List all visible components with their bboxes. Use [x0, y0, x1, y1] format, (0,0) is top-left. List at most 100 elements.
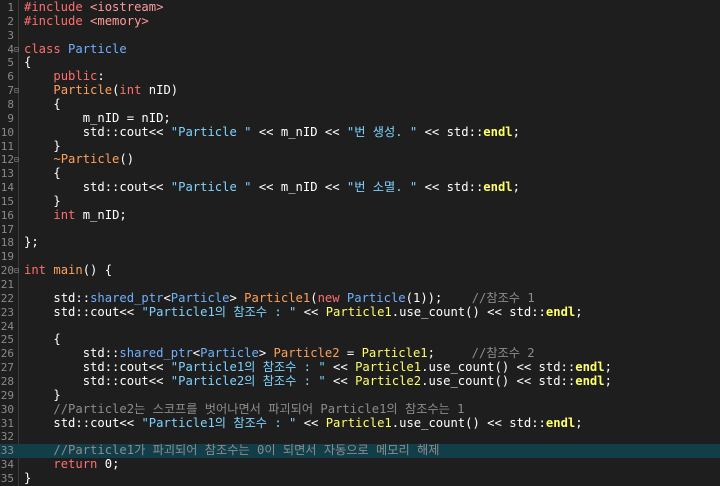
fold-toggle-icon[interactable]: ⊟	[14, 264, 19, 278]
code-line[interactable]: 13 {	[0, 166, 720, 181]
code-line[interactable]: 31 std::cout<< "Particle1의 참조수 : " << Pa…	[0, 415, 720, 431]
code-text[interactable]: std::cout<< "Particle1의 참조수 : " << Parti…	[24, 304, 583, 320]
code-token: {	[24, 96, 61, 111]
code-line[interactable]: 21	[0, 278, 720, 292]
code-editor[interactable]: 1 #include <iostream> 2 #include <memory> 3 4…	[0, 0, 720, 486]
code-text[interactable]: m_nID = nID;	[24, 110, 171, 126]
code-line[interactable]: 15 }	[0, 194, 720, 209]
code-line[interactable]: 10 std::cout<< "Particle " << m_nID << "…	[0, 124, 720, 140]
code-text[interactable]: //Particle1가 파괴되어 참조수는 0이 되면서 자동으로 메모리 해…	[24, 443, 439, 458]
code-text[interactable]: std::cout<< "Particle " << m_nID << "번 생…	[24, 124, 520, 140]
code-token: std	[82, 124, 105, 139]
code-token: {	[24, 55, 32, 70]
code-token: () <<	[494, 373, 539, 388]
code-line[interactable]: 25 {	[0, 332, 720, 347]
code-line[interactable]: 23 std::cout<< "Particle1의 참조수 : " << Pa…	[0, 304, 720, 320]
code-text[interactable]: std::cout<< "Particle2의 참조수 : " << Parti…	[24, 373, 612, 389]
code-text[interactable]: int main() {	[24, 263, 112, 278]
code-token: use_count	[399, 415, 466, 430]
code-token: ::	[560, 373, 576, 388]
code-token: int	[24, 263, 54, 278]
code-line[interactable]: 30 //Particle2는 스코프를 벗어나면서 파괴되어 Particle…	[0, 402, 720, 417]
code-text[interactable]: #include <iostream>	[24, 0, 163, 15]
code-text[interactable]: std::shared_ptr<Particle> Particle2 = Pa…	[24, 346, 535, 361]
code-line[interactable]: 2 #include <memory>	[0, 14, 720, 29]
code-line[interactable]: 8 {	[0, 96, 720, 112]
fold-toggle-icon[interactable]: ⊟	[14, 84, 19, 98]
code-line[interactable]: 22 std::shared_ptr<Particle> Particle1(n…	[0, 291, 720, 306]
code-line[interactable]: 35}	[0, 471, 720, 486]
code-text[interactable]: }	[24, 388, 60, 403]
code-text[interactable]: }	[24, 194, 60, 209]
code-text[interactable]: class Particle	[24, 42, 127, 57]
code-text[interactable]: ~Particle()	[24, 152, 135, 167]
code-line[interactable]: 28 std::cout<< "Particle2의 참조수 : " << Pa…	[0, 373, 720, 389]
code-token: Particle1	[355, 360, 422, 375]
code-text[interactable]: int m_nID;	[24, 208, 126, 223]
code-line[interactable]: 16 int m_nID;	[0, 208, 720, 223]
code-token: std	[446, 180, 469, 195]
code-line[interactable]: 3	[0, 29, 720, 43]
code-line[interactable]: 5{	[0, 55, 720, 70]
code-line[interactable]: 27 std::cout<< "Particle1의 참조수 : " << Pa…	[0, 360, 720, 375]
code-token: ;	[575, 304, 583, 319]
code-text[interactable]: {	[24, 96, 61, 112]
line-number: 32	[0, 430, 14, 444]
code-text[interactable]: return 0;	[24, 457, 119, 472]
code-line[interactable]: 20 ⊟ int main() {	[0, 263, 720, 278]
code-line[interactable]: 4 ⊟ class Particle	[0, 42, 720, 57]
code-text[interactable]: Particle(int nID)	[24, 83, 178, 98]
code-text[interactable]: {	[24, 332, 60, 347]
code-text[interactable]: }	[24, 139, 60, 154]
code-text[interactable]: std::cout<< "Particle " << m_nID << "번 소…	[24, 180, 520, 195]
line-number: 3	[7, 28, 14, 42]
code-text[interactable]: //Particle2는 스코프를 벗어나면서 파괴되어 Particle1의 …	[24, 402, 464, 417]
code-line[interactable]: 26 std::shared_ptr<Particle> Particle2 =…	[0, 346, 720, 361]
code-token: std	[82, 346, 105, 361]
code-token: <<	[417, 124, 447, 139]
code-line[interactable]: 6 public:	[0, 69, 720, 84]
code-text[interactable]: public:	[24, 69, 104, 84]
line-number: 33	[0, 444, 14, 458]
code-text[interactable]: };	[24, 236, 39, 250]
code-token: ::	[531, 415, 546, 430]
code-line[interactable]: 14 std::cout<< "Particle " << m_nID << "…	[0, 180, 720, 195]
code-token: std	[446, 124, 469, 139]
code-token: cout	[119, 124, 149, 139]
current-line[interactable]: 33 //Particle1가 파괴되어 참조수는 0이 되면서 자동으로 메모…	[0, 443, 720, 459]
code-line[interactable]: 24	[0, 320, 720, 334]
code-text[interactable]: }	[24, 471, 31, 486]
code-line[interactable]: 34 return 0;	[0, 457, 720, 472]
code-line[interactable]: 32	[0, 430, 720, 444]
code-line[interactable]: 17	[0, 223, 720, 237]
code-line[interactable]: 29 }	[0, 388, 720, 403]
line-number: 5	[7, 56, 14, 70]
code-token: ;	[163, 110, 171, 125]
code-token: <<	[317, 124, 347, 139]
code-text[interactable]: {	[24, 166, 60, 181]
fold-toggle-icon[interactable]: ⊟	[14, 43, 19, 57]
code-line[interactable]: 11 }	[0, 139, 720, 154]
code-line[interactable]: 19	[0, 250, 720, 264]
code-text[interactable]: {	[24, 55, 32, 70]
code-token: ;	[427, 346, 472, 361]
code-token: endl	[575, 360, 605, 375]
code-token: ()	[119, 152, 135, 167]
code-line[interactable]: 1 #include <iostream>	[0, 0, 720, 15]
line-number: 24	[0, 319, 14, 333]
code-token: .	[391, 415, 400, 430]
line-number: 12	[0, 153, 14, 167]
code-token: ::	[75, 415, 91, 430]
code-text[interactable]: std::cout<< "Particle1의 참조수 : " << Parti…	[24, 360, 612, 375]
code-token: <<	[317, 180, 347, 195]
code-text[interactable]: #include <memory>	[24, 14, 149, 29]
code-line[interactable]: 7 ⊟ Particle(int nID)	[0, 83, 720, 98]
fold-toggle-icon[interactable]: ⊟	[14, 153, 19, 167]
code-line[interactable]: 9 m_nID = nID;	[0, 110, 720, 126]
code-text[interactable]: std::cout<< "Particle1의 참조수 : " << Parti…	[24, 415, 582, 431]
code-line[interactable]: 18};	[0, 236, 720, 250]
code-line[interactable]: 12 ⊟ ~Particle()	[0, 152, 720, 167]
code-text[interactable]: std::shared_ptr<Particle> Particle1(new …	[24, 291, 534, 306]
